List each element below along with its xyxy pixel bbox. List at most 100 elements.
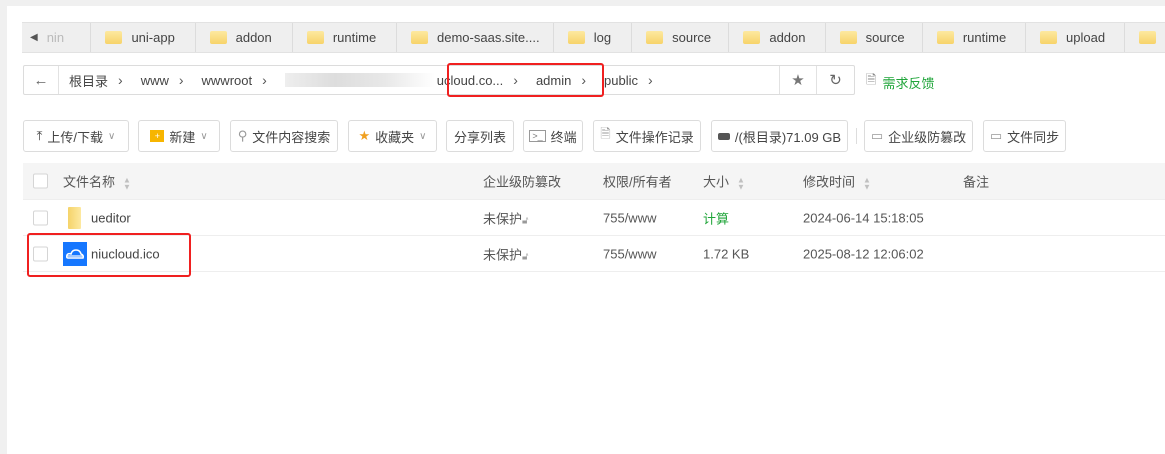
tab-8[interactable]: source <box>826 23 923 52</box>
file-name[interactable]: ueditor <box>91 210 131 225</box>
file-sync-button[interactable]: ▭ 文件同步 <box>983 120 1066 152</box>
disk-button[interactable]: /(根目录)71.09 GB <box>711 120 848 152</box>
tamper-status[interactable]: 未保护🔓︎ <box>483 208 529 227</box>
content-search-button[interactable]: ⚲ 文件内容搜索 <box>230 120 338 152</box>
col-permission: 权限/所有者 <box>603 174 672 190</box>
feedback-label: 需求反馈 <box>882 75 935 91</box>
redacted-text <box>284 73 435 87</box>
star-icon: ★ <box>358 128 371 143</box>
path-input[interactable] <box>661 66 779 94</box>
permission[interactable]: 755/www <box>603 246 656 261</box>
crumb-label: public <box>604 72 639 88</box>
label: 分享列表 <box>453 129 506 145</box>
share-list-button[interactable]: 分享列表 <box>446 120 514 152</box>
crumb-www[interactable]: www › <box>131 66 192 94</box>
file-shield-icon: ▭ <box>870 128 884 143</box>
feedback-link[interactable]: 🗎 需求反馈 <box>866 71 934 93</box>
tab-0[interactable]: ◀ nin <box>22 23 92 52</box>
header-label: 修改时间 <box>803 174 856 190</box>
tab-1[interactable]: uni-app <box>91 23 196 52</box>
tab-3[interactable]: runtime <box>293 23 398 52</box>
back-button[interactable]: ← <box>24 66 59 94</box>
crumb-wwwroot[interactable]: wwwroot › <box>192 66 275 94</box>
crumb-public[interactable]: public › <box>594 66 661 94</box>
tab-9[interactable]: runtime <box>923 23 1027 52</box>
file-size: 1.72 KB <box>703 246 750 261</box>
table-row[interactable]: niucloud.ico 未保护🔓︎ 755/www 1.72 KB 2025-… <box>23 236 1165 272</box>
tab-4[interactable]: demo-saas.site.... <box>397 23 554 52</box>
tab-label: runtime <box>332 30 377 45</box>
label: 上传/下载 <box>47 129 104 145</box>
tab-label: source <box>865 30 905 45</box>
tab-label: source <box>672 30 712 45</box>
upload-download-button[interactable]: ⤒ 上传/下载 ∨ <box>23 120 129 152</box>
tab-11[interactable] <box>1125 23 1165 52</box>
crumb-root[interactable]: 根目录 › <box>59 66 131 94</box>
scroll-left-icon[interactable]: ◀ <box>30 32 38 43</box>
operation-log-button[interactable]: 🗎 文件操作记录 <box>593 120 701 152</box>
folder-icon <box>209 31 227 44</box>
terminal-button[interactable]: >_ 终端 <box>523 120 583 152</box>
permission[interactable]: 755/www <box>603 210 656 225</box>
modified-time: 2024-06-14 15:18:05 <box>803 210 924 225</box>
folder-icon <box>743 31 761 44</box>
refresh-icon[interactable]: ↻ <box>817 66 854 94</box>
tab-label: upload <box>1066 30 1106 45</box>
sort-icon: ▲ ▼ <box>863 175 871 192</box>
crumb-label: wwwroot <box>201 72 253 88</box>
chevron-right-icon: › <box>118 72 123 88</box>
new-button[interactable]: + 新建 ∨ <box>138 120 220 152</box>
folder-icon <box>105 31 123 44</box>
folder-icon <box>306 31 324 44</box>
row-checkbox[interactable] <box>33 210 48 225</box>
crumb-label: www <box>140 72 169 88</box>
sort-icon: ▲ ▼ <box>737 175 745 192</box>
folder-sync-icon: ▭ <box>989 128 1003 143</box>
search-icon: ⚲ <box>237 128 248 143</box>
folder-icon <box>411 31 429 44</box>
tab-6[interactable]: source <box>632 23 730 52</box>
label: 文件操作记录 <box>615 129 694 145</box>
sort-icon: ▲ ▼ <box>123 175 131 192</box>
calculate-size-link[interactable]: 计算 <box>703 208 729 227</box>
chevron-right-icon: › <box>262 72 267 88</box>
col-size[interactable]: 大小 ▲ ▼ <box>703 172 745 191</box>
folder-tabs: ◀ nin uni-app addon runtime demo-saas.sit… <box>22 22 1165 53</box>
folder-icon <box>839 31 857 44</box>
label: 收藏夹 <box>375 129 415 145</box>
table-row[interactable]: ueditor 未保护🔓︎ 755/www 计算 2024-06-14 15:1… <box>23 200 1165 236</box>
tamper-protection-button[interactable]: ▭ 企业级防篡改 <box>864 120 973 152</box>
label: 终端 <box>550 129 577 145</box>
header-label: 大小 <box>703 174 730 190</box>
star-icon[interactable]: ★ <box>779 66 817 94</box>
favorites-button[interactable]: ★ 收藏夹 ∨ <box>348 120 437 152</box>
chevron-down-icon: ∨ <box>108 130 116 142</box>
col-mtime[interactable]: 修改时间 ▲ ▼ <box>803 172 871 191</box>
new-folder-icon: + <box>150 130 165 142</box>
folder-icon <box>1139 31 1157 44</box>
tab-2[interactable]: addon <box>196 23 293 52</box>
divider <box>856 128 857 144</box>
log-icon: 🗎 <box>600 126 611 141</box>
tab-10[interactable]: upload <box>1026 23 1126 52</box>
folder-icon <box>1040 31 1058 44</box>
tab-label: demo-saas.site.... <box>437 30 540 45</box>
tamper-status[interactable]: 未保护🔓︎ <box>483 244 529 263</box>
disk-icon <box>717 132 730 140</box>
tab-5[interactable]: log <box>554 23 633 52</box>
tab-7[interactable]: addon <box>729 23 826 52</box>
chevron-down-icon: ∨ <box>200 130 208 142</box>
status-label: 未保护 <box>483 211 523 226</box>
col-name[interactable]: 文件名称 ▲ ▼ <box>63 172 131 191</box>
path-bar: ← 根目录 › www › wwwroot › ucloud.co... › admin… <box>23 65 855 95</box>
tab-label: addon <box>769 30 806 45</box>
label: 文件同步 <box>1007 129 1060 145</box>
chevron-down-icon: ∨ <box>419 130 427 142</box>
folder-icon <box>567 31 585 44</box>
label: /(根目录)71.09 GB <box>734 129 842 145</box>
tab-label: addon <box>235 30 272 45</box>
col-note: 备注 <box>963 174 990 190</box>
modified-time: 2025-08-12 12:06:02 <box>803 246 924 261</box>
select-all-checkbox[interactable] <box>33 173 48 189</box>
upload-icon: ⤒ <box>36 128 43 143</box>
